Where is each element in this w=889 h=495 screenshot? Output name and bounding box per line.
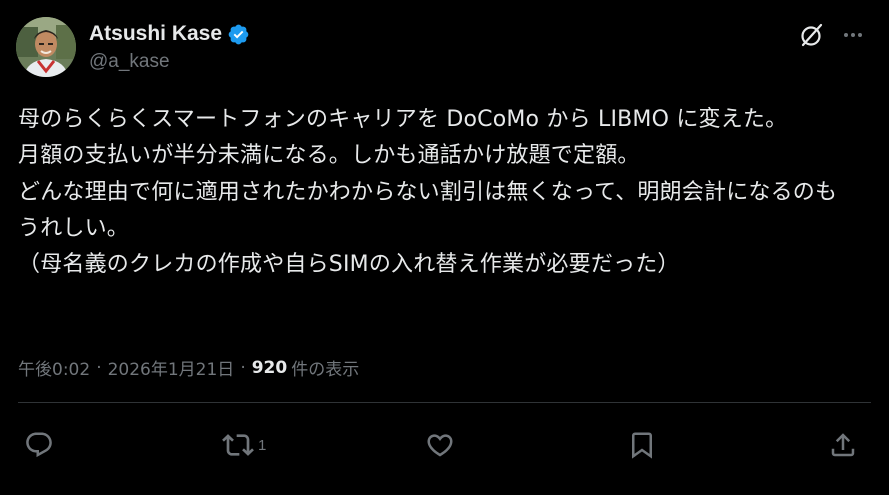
- handle[interactable]: @a_kase: [89, 51, 250, 73]
- divider: [18, 402, 871, 403]
- verified-badge-icon[interactable]: [227, 23, 250, 46]
- retweet-button[interactable]: 1: [222, 428, 266, 462]
- tweet-card: Atsushi Kase @a_kase 母のらくらくスマートフォンのキャリアを…: [0, 0, 889, 495]
- share-icon: [831, 433, 855, 457]
- retweet-count: 1: [258, 436, 267, 454]
- more-dots-icon: [844, 33, 862, 37]
- meta-separator: ·: [240, 357, 246, 378]
- share-button[interactable]: [828, 428, 858, 462]
- views-count[interactable]: 920: [252, 358, 288, 378]
- more-button[interactable]: [836, 18, 870, 52]
- heart-icon: [427, 434, 453, 457]
- views-label: 件の表示: [291, 360, 360, 380]
- grok-button[interactable]: [795, 18, 829, 52]
- author-info: Atsushi Kase @a_kase: [89, 19, 250, 73]
- reply-icon: [26, 432, 52, 458]
- bookmark-icon: [632, 432, 652, 459]
- reply-button[interactable]: [24, 428, 54, 462]
- post-date[interactable]: 2026年1月21日: [108, 355, 235, 380]
- like-button[interactable]: [425, 428, 455, 462]
- user-avatar-photo: [16, 17, 76, 77]
- tweet-meta: 午後0:02 · 2026年1月21日 · 920 件の表示: [18, 355, 360, 381]
- post-time[interactable]: 午後0:02: [18, 355, 90, 380]
- tweet-text: 母のらくらくスマートフォンのキャリアを DoCoMo から LIBMO に変えた…: [18, 107, 838, 278]
- meta-separator: ·: [96, 357, 102, 378]
- display-name[interactable]: Atsushi Kase: [89, 22, 222, 46]
- retweet-icon: [222, 434, 254, 456]
- bookmark-button[interactable]: [627, 428, 657, 462]
- avatar[interactable]: [16, 17, 76, 77]
- grok-icon: [801, 23, 823, 47]
- name-row: Atsushi Kase: [89, 19, 250, 49]
